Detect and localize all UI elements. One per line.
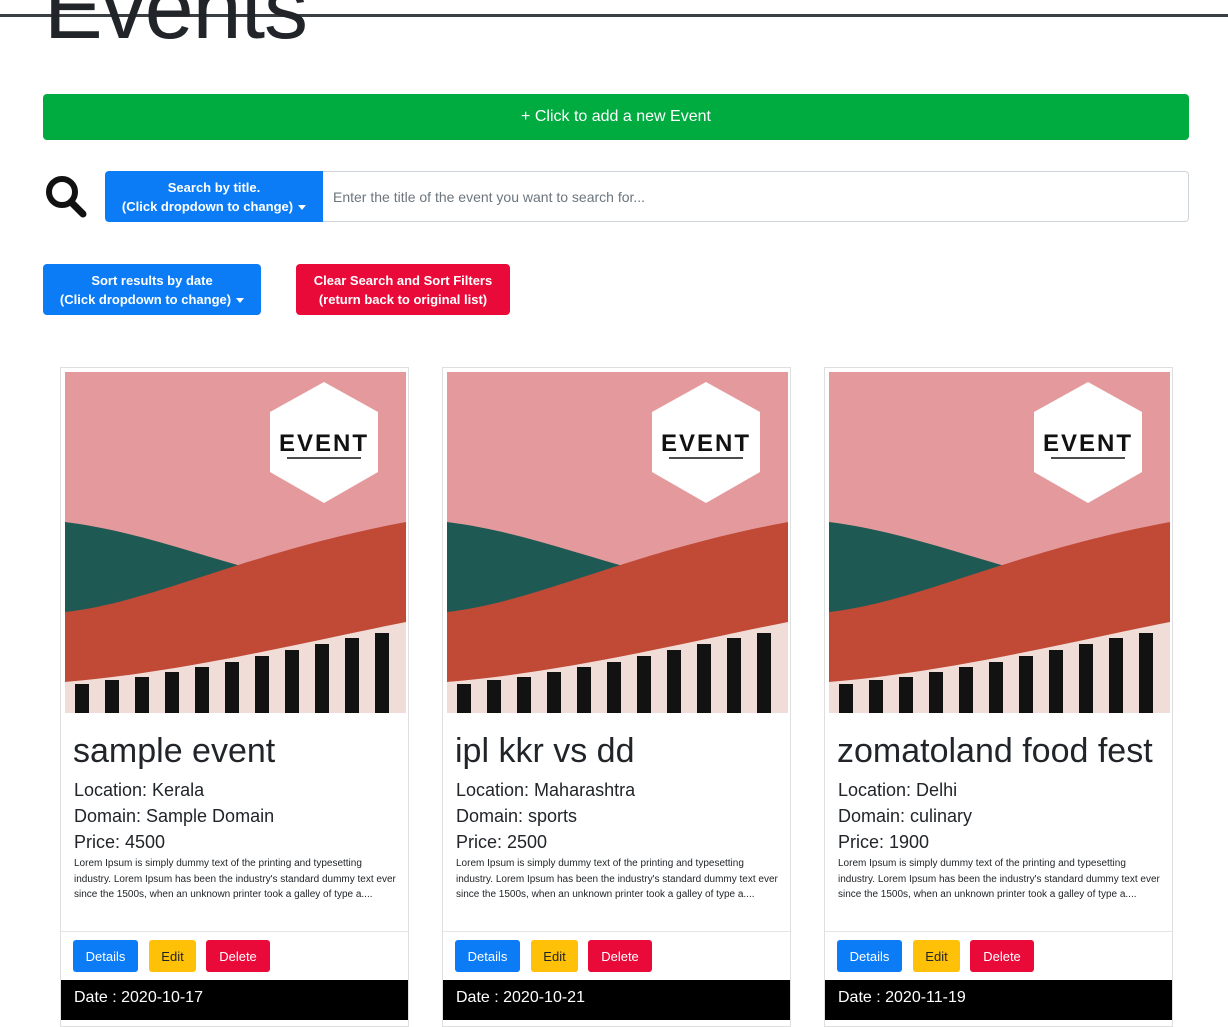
poster-label: EVENT bbox=[279, 430, 369, 457]
delete-button[interactable]: Delete bbox=[970, 940, 1034, 972]
details-button[interactable]: Details bbox=[837, 940, 902, 972]
poster-label: EVENT bbox=[1043, 430, 1133, 457]
event-domain: Domain: culinary bbox=[838, 806, 973, 826]
caret-down-icon bbox=[298, 204, 307, 210]
event-location: Location: Maharashtra bbox=[456, 780, 636, 800]
event-title: sample event bbox=[73, 732, 276, 770]
delete-button[interactable]: Delete bbox=[206, 940, 270, 972]
search-mode-dropdown[interactable]: Search by title. (Click dropdown to chan… bbox=[105, 171, 323, 222]
event-card: EVENT sample event Location: Kerala Doma… bbox=[60, 367, 409, 1027]
event-price: Price: 2500 bbox=[456, 832, 548, 852]
event-date: Date : 2020-10-21 bbox=[443, 980, 790, 1020]
details-button[interactable]: Details bbox=[73, 940, 138, 972]
search-bar: Search by title. (Click dropdown to chan… bbox=[43, 171, 1189, 222]
event-card: EVENT zomatoland food fest Location: Del… bbox=[824, 367, 1173, 1027]
event-location: Location: Delhi bbox=[838, 780, 958, 800]
event-date: Date : 2020-10-17 bbox=[61, 980, 408, 1020]
event-description: Lorem Ipsum is simply dummy text of the … bbox=[74, 858, 396, 900]
card-divider bbox=[825, 931, 1172, 932]
details-button[interactable]: Details bbox=[455, 940, 520, 972]
event-price: Price: 4500 bbox=[74, 832, 166, 852]
event-location: Location: Kerala bbox=[74, 780, 205, 800]
event-card: EVENT ipl kkr vs dd Location: Maharashtr… bbox=[442, 367, 791, 1027]
poster-label: EVENT bbox=[661, 430, 751, 457]
sort-label: Sort results by date bbox=[91, 272, 213, 288]
search-input[interactable] bbox=[323, 171, 1189, 222]
add-event-label: + Click to add a new Event bbox=[521, 108, 711, 125]
event-title: zomatoland food fest bbox=[837, 732, 1153, 770]
event-date: Date : 2020-11-19 bbox=[825, 980, 1172, 1020]
event-poster-image: EVENT bbox=[447, 372, 788, 713]
card-divider bbox=[61, 931, 408, 932]
search-mode-hint: (Click dropdown to change) bbox=[122, 197, 307, 216]
event-poster-image: EVENT bbox=[65, 372, 406, 713]
add-event-button[interactable]: + Click to add a new Event bbox=[43, 94, 1189, 140]
edit-button[interactable]: Edit bbox=[531, 940, 578, 972]
sort-dropdown[interactable]: Sort results by date (Click dropdown to … bbox=[43, 264, 261, 315]
search-mode-label: Search by title. bbox=[167, 179, 261, 195]
card-divider bbox=[443, 931, 790, 932]
caret-down-icon bbox=[236, 297, 245, 303]
event-domain: Domain: sports bbox=[456, 806, 578, 826]
clear-hint: (return back to original list) bbox=[318, 291, 488, 307]
event-poster-image: EVENT bbox=[829, 372, 1170, 713]
event-price: Price: 1900 bbox=[838, 832, 930, 852]
search-icon bbox=[46, 176, 87, 218]
clear-label: Clear Search and Sort Filters bbox=[313, 272, 493, 288]
event-title: ipl kkr vs dd bbox=[455, 732, 635, 770]
delete-button[interactable]: Delete bbox=[588, 940, 652, 972]
edit-button[interactable]: Edit bbox=[913, 940, 960, 972]
page-title: Events bbox=[44, 0, 308, 57]
sort-hint: (Click dropdown to change) bbox=[60, 290, 245, 309]
event-description: Lorem Ipsum is simply dummy text of the … bbox=[456, 858, 778, 900]
event-description: Lorem Ipsum is simply dummy text of the … bbox=[838, 858, 1160, 900]
edit-button[interactable]: Edit bbox=[149, 940, 196, 972]
event-domain: Domain: Sample Domain bbox=[74, 806, 275, 826]
clear-filters-button[interactable]: Clear Search and Sort Filters (return ba… bbox=[296, 264, 510, 315]
